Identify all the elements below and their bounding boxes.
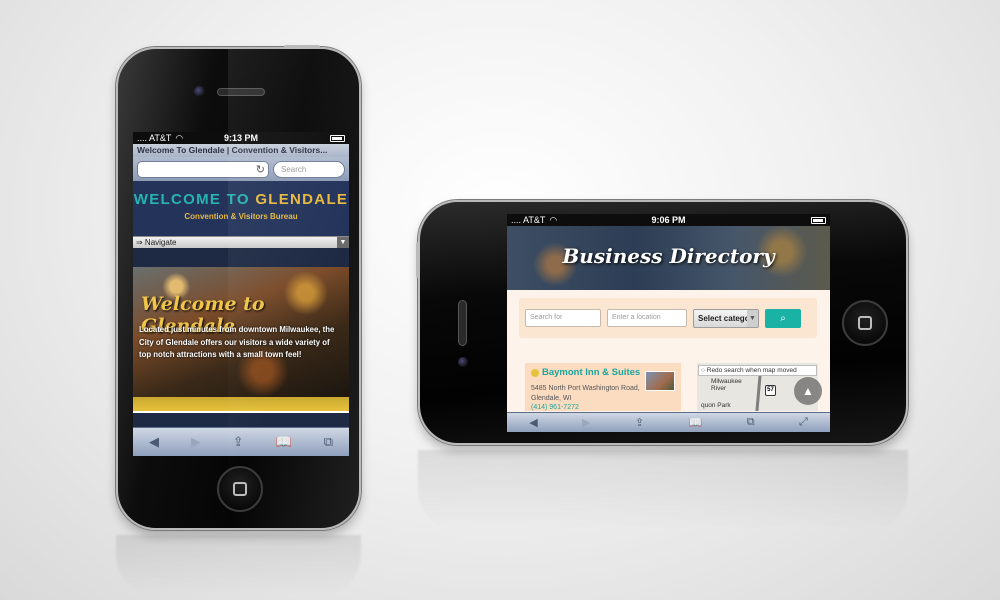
back-icon[interactable]: ◀ [529, 416, 537, 429]
category-select-label: Select catego [698, 313, 750, 323]
redo-search-checkbox[interactable]: ○ Redo search when map moved [698, 365, 817, 376]
reload-icon[interactable]: ↻ [256, 163, 265, 176]
site-header: WELCOME TO GLENDALE Convention & Visitor… [133, 181, 349, 236]
battery-icon [330, 134, 345, 142]
banner-title: Business Directory [562, 244, 775, 268]
tabs-icon[interactable]: ⧉ [324, 434, 333, 450]
map-road [755, 372, 762, 411]
checkbox-icon: ○ [701, 367, 705, 374]
earpiece-speaker [217, 88, 265, 96]
listing-phone[interactable]: (414) 961-7272 [531, 404, 675, 411]
landscape-phone: .... AT&T ◠ 9:06 PM Business Directory S… [416, 200, 908, 445]
spacer [133, 248, 349, 267]
search-panel: Search for Enter a location Select categ… [519, 298, 817, 338]
bookmarks-icon[interactable]: 📖 [276, 434, 292, 450]
hero-banner: Welcome to Glendale Located just minutes… [133, 267, 349, 397]
listing-thumbnail[interactable] [645, 371, 675, 391]
bookmarks-icon[interactable]: 📖 [689, 416, 703, 429]
search-input[interactable]: Search [273, 160, 345, 178]
power-button [284, 45, 320, 49]
listing-address: 5485 North Port Washington Road, Glendal… [531, 385, 640, 402]
map-marker-icon [531, 368, 539, 377]
listing-name-text: Baymont Inn & Suites [542, 367, 641, 378]
river-label: Milwaukee River [711, 378, 742, 392]
portrait-reflection [116, 535, 361, 595]
search-icon: ⌕ [780, 312, 786, 324]
search-for-input[interactable]: Search for [525, 309, 601, 327]
page-title: Welcome To Glendale | Convention & Visit… [133, 144, 349, 157]
navigate-dropdown[interactable]: ⇒ Navigate ▼ [133, 236, 349, 248]
navigate-label: ⇒ Navigate [136, 238, 177, 247]
listing-card[interactable]: Baymont Inn & Suites 5485 North Port Was… [525, 363, 681, 411]
url-field[interactable]: ↻ [137, 160, 269, 178]
status-bar: .... AT&T ◠ 9:06 PM [507, 214, 830, 226]
status-bar: .... AT&T ◠ 9:13 PM [133, 132, 349, 144]
forward-icon[interactable]: ▶ [582, 416, 590, 429]
fullscreen-icon[interactable]: ⤢ [799, 416, 808, 429]
status-time: 9:06 PM [651, 215, 686, 225]
front-camera [194, 86, 205, 97]
hero-text: Located just minutes from downtown Milwa… [139, 325, 335, 359]
home-button[interactable] [217, 466, 263, 512]
share-icon[interactable]: ⇪ [233, 434, 244, 450]
home-square-icon [233, 482, 247, 496]
tabs-icon[interactable]: ⧉ [747, 416, 755, 429]
dropdown-arrow-icon: ▼ [337, 237, 349, 248]
park-label: quon Park [701, 402, 731, 409]
category-select[interactable]: Select catego ▼ [693, 308, 759, 328]
scroll-top-button[interactable]: ▲ [794, 377, 822, 405]
site-subtitle: Convention & Visitors Bureau [184, 212, 298, 221]
forward-icon[interactable]: ▶ [191, 434, 201, 450]
directory-banner: Business Directory [507, 226, 830, 290]
redo-label: Redo search when map moved [706, 367, 797, 374]
yellow-band [133, 397, 349, 413]
location-input[interactable]: Enter a location [607, 309, 687, 327]
front-camera [458, 357, 468, 367]
logo-text-2: GLENDALE [255, 191, 349, 208]
address-bar: ↻ Search [133, 157, 349, 181]
browser-toolbar: ◀ ▶ ⇪ 📖 ⧉ [133, 427, 349, 456]
portrait-screen: .... AT&T ◠ 9:13 PM Welcome To Glendale … [133, 132, 349, 456]
battery-icon [811, 216, 826, 224]
search-button[interactable]: ⌕ [765, 308, 801, 328]
earpiece-speaker [458, 300, 467, 346]
power-button [416, 242, 420, 278]
logo-text-1: WELCOME TO [133, 191, 250, 208]
browser-toolbar: ◀ ▶ ⇪ 📖 ⧉ ⤢ [507, 412, 830, 432]
back-icon[interactable]: ◀ [149, 434, 159, 450]
landscape-screen: .... AT&T ◠ 9:06 PM Business Directory S… [507, 214, 830, 432]
status-time: 9:13 PM [223, 133, 258, 143]
home-button[interactable] [842, 300, 888, 346]
chevron-up-icon: ▲ [802, 384, 814, 398]
site-logo[interactable]: WELCOME TO GLENDALE [133, 191, 349, 208]
share-icon[interactable]: ⇪ [635, 416, 644, 429]
highway-shield-icon: 57 [765, 385, 776, 396]
landscape-reflection [418, 450, 908, 530]
home-square-icon [858, 316, 872, 330]
chevron-down-icon: ▼ [747, 309, 758, 327]
portrait-phone: .... AT&T ◠ 9:13 PM Welcome To Glendale … [116, 45, 361, 530]
